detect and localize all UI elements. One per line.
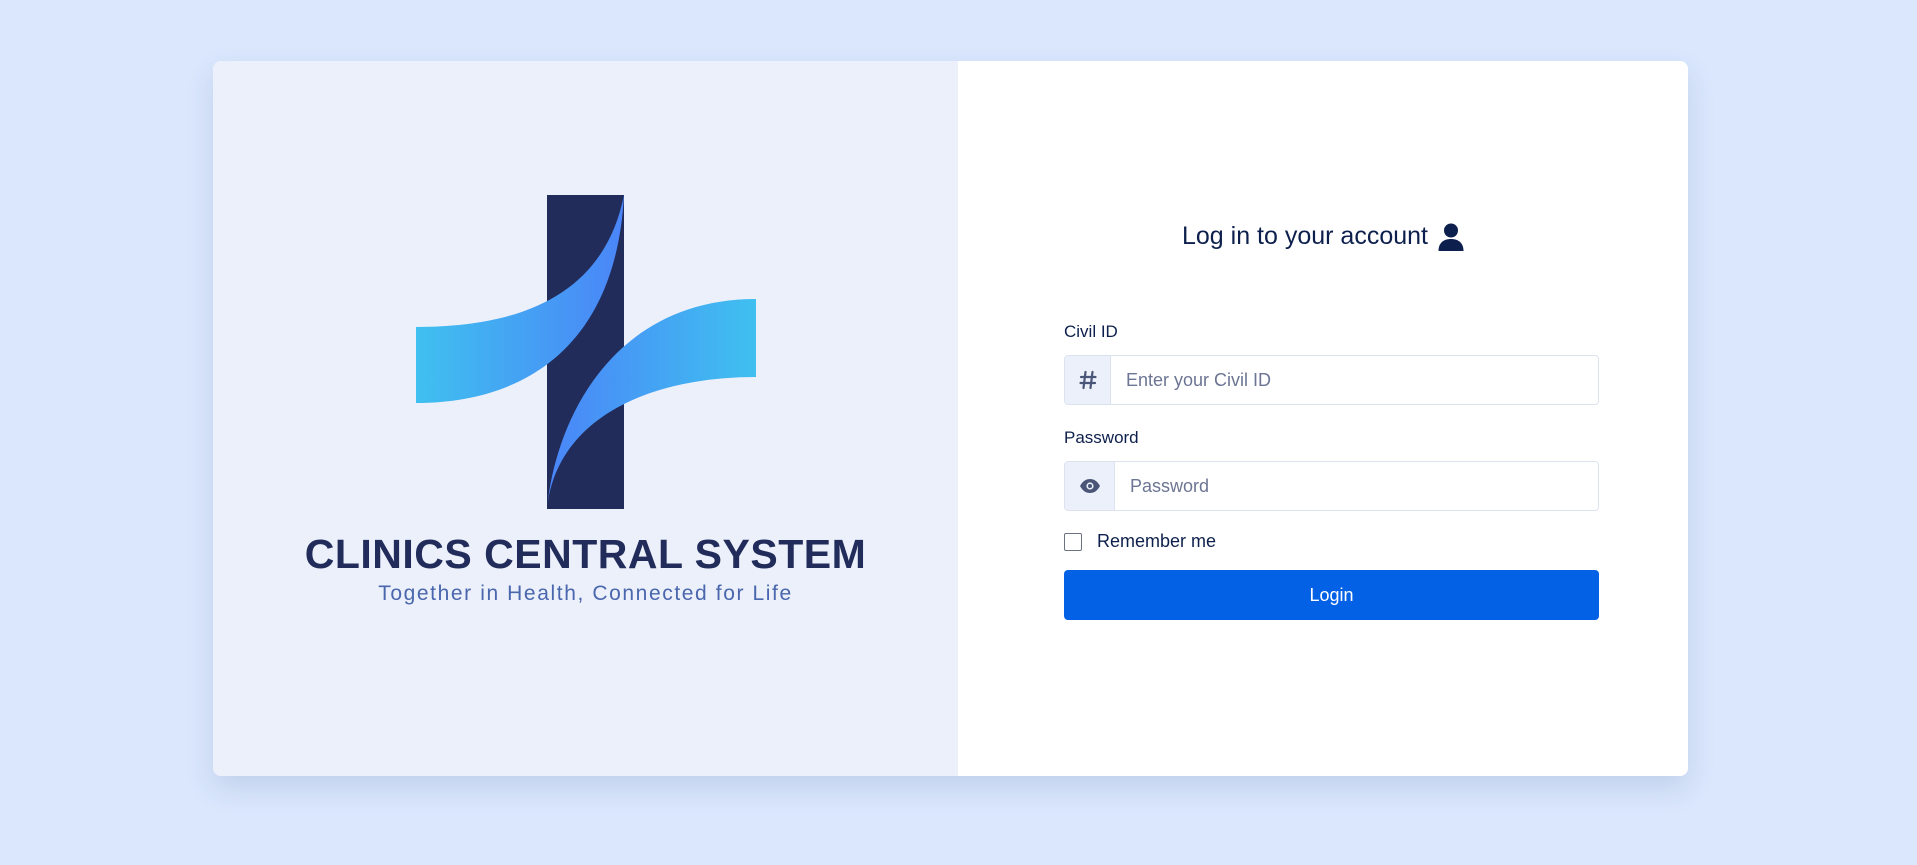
civil-id-input[interactable] <box>1111 356 1598 404</box>
brand-tagline: Together in Health, Connected for Life <box>378 582 793 605</box>
password-input-group <box>1064 461 1599 511</box>
password-label: Password <box>1064 428 1139 447</box>
eye-icon[interactable] <box>1065 462 1115 510</box>
remember-me-checkbox[interactable] <box>1064 532 1082 551</box>
login-panel: Log in to your account Civil ID Enter yo… <box>958 61 1688 776</box>
civil-id-label: Civil ID <box>1064 322 1118 341</box>
remember-me[interactable]: Remember me <box>1064 531 1216 552</box>
brand-panel: CLINICS CENTRAL SYSTEM Together in Healt… <box>213 61 958 776</box>
medical-cross-logo <box>416 195 756 509</box>
login-heading: Log in to your account <box>958 222 1688 251</box>
login-card: CLINICS CENTRAL SYSTEM Together in Healt… <box>213 61 1688 776</box>
civil-id-input-group <box>1064 355 1599 405</box>
brand-title: CLINICS CENTRAL SYSTEM <box>304 531 867 577</box>
hash-icon <box>1065 356 1111 404</box>
password-input[interactable] <box>1115 462 1598 510</box>
user-icon <box>1438 223 1464 251</box>
remember-me-label[interactable]: Remember me <box>1097 531 1216 552</box>
login-heading-text: Log in to your account <box>1182 222 1428 250</box>
login-button[interactable]: Login <box>1064 570 1599 620</box>
